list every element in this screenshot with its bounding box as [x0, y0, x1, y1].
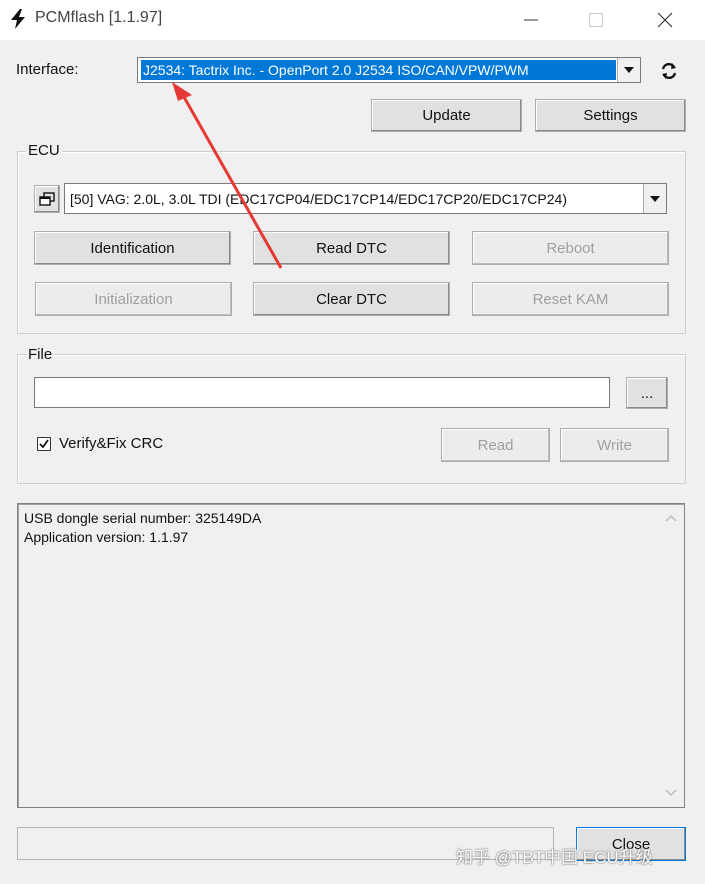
pcmflash-window: PCMflash [1.1.97] Interface: J2534: Tact…: [0, 0, 705, 884]
annotation-arrow: [172, 82, 283, 269]
annotation-arrow-head: [172, 82, 192, 101]
watermark: 知乎 @TBT中国 ECU升级: [456, 848, 653, 867]
